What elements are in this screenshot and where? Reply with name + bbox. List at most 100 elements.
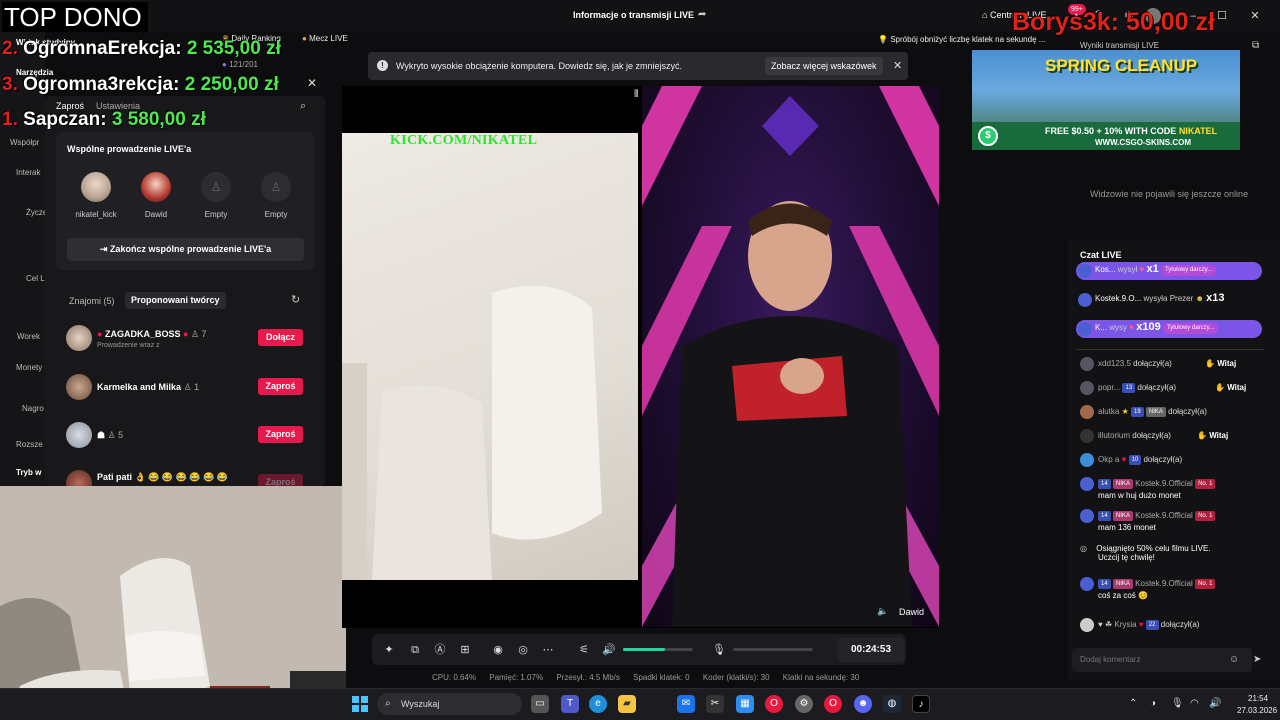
- mode-heading: Tryb w: [16, 468, 42, 477]
- expand-icon[interactable]: ⧉: [1252, 40, 1259, 51]
- viewer-count-value: 121/201: [229, 60, 258, 69]
- tab-suggested[interactable]: Proponowani twórcy: [125, 292, 226, 309]
- avatar: [1080, 477, 1094, 491]
- layout-icon[interactable]: ⦀: [634, 89, 638, 100]
- goal-tool[interactable]: Cel L: [26, 274, 45, 283]
- opera-gx-icon[interactable]: O: [824, 695, 842, 713]
- welcome-button[interactable]: ✋ Witaj: [1197, 431, 1228, 440]
- maximize-button[interactable]: ☐: [1214, 8, 1230, 24]
- cohost-name: Dawid: [144, 210, 168, 219]
- cohost-title: Wspólne prowadzenie LIVE'a: [67, 144, 192, 154]
- welcome-button[interactable]: ✋ Witaj: [1205, 359, 1236, 368]
- close-icon[interactable]: ✕: [307, 76, 317, 90]
- invite-button[interactable]: Zaproś: [258, 378, 303, 395]
- share-icon[interactable]: ➦: [698, 9, 706, 20]
- viewers-empty-text: Widzowie nie pojawili się jeszcze online: [1090, 189, 1249, 199]
- stream-results-link[interactable]: Wyniki transmisji LIVE: [1080, 41, 1159, 50]
- webcam-scene: [0, 486, 346, 720]
- cohost-slot[interactable]: Dawid: [126, 172, 186, 219]
- refresh-icon[interactable]: ↻: [291, 293, 300, 306]
- avatar: [1080, 453, 1094, 467]
- search-icon[interactable]: ⌕: [300, 100, 306, 113]
- avatar: [1080, 381, 1094, 395]
- network-icon[interactable]: ◑: [1150, 698, 1156, 709]
- comment-input[interactable]: [1080, 655, 1230, 664]
- avatar: [1080, 509, 1094, 523]
- gift-message: Kos... wysył ♥ x1 Tytułowy darczy...: [1076, 262, 1262, 280]
- join-button[interactable]: Dołącz: [258, 329, 303, 346]
- more-tips-button[interactable]: Zobacz więcej wskazówek: [765, 57, 883, 75]
- cohost-slot[interactable]: nikatel_kick: [66, 172, 126, 219]
- task-view-icon[interactable]: ▭: [531, 695, 549, 713]
- sound-icon[interactable]: 🔊: [1209, 698, 1221, 709]
- teams-icon[interactable]: T: [561, 695, 579, 713]
- performance-stats: CPU: 0.64% Pamięć: 1.07% Przesył.: 4.5 M…: [432, 673, 870, 682]
- capcut-icon[interactable]: ✂: [706, 695, 724, 713]
- emoji-icon[interactable]: ☺: [1229, 654, 1239, 665]
- opera-icon[interactable]: O: [765, 695, 783, 713]
- cohost-name: nikatel_kick: [75, 210, 117, 219]
- steam-icon[interactable]: ◍: [883, 695, 901, 713]
- clock-time[interactable]: 21:54: [1248, 694, 1268, 703]
- close-button[interactable]: ✕: [1247, 8, 1263, 24]
- mic-slider[interactable]: [733, 648, 813, 651]
- add-source-icon[interactable]: ⊞: [457, 642, 473, 658]
- cohost-slot-empty[interactable]: ♙ Empty: [246, 172, 306, 219]
- edge-icon[interactable]: e: [589, 695, 607, 713]
- invite-button[interactable]: Zaproś: [258, 426, 303, 443]
- windows-start-icon[interactable]: [352, 696, 368, 712]
- close-icon[interactable]: ✕: [893, 59, 902, 72]
- friend-name: ● ZAGADKA_BOSS ● ♙ 7: [97, 329, 207, 339]
- dollar-coin-icon: $: [978, 126, 998, 146]
- ai-icon[interactable]: Ⓐ: [432, 642, 448, 658]
- chevron-up-icon[interactable]: ⌃: [1129, 698, 1137, 709]
- folder-icon[interactable]: ▰: [618, 695, 636, 713]
- avatar: [1080, 357, 1094, 371]
- coins-heading: Monety: [16, 363, 43, 372]
- send-icon[interactable]: ➤: [1253, 654, 1261, 665]
- effects-icon[interactable]: ⧉: [407, 642, 423, 658]
- adjust-icon[interactable]: ⚟: [576, 642, 592, 658]
- tiktok-icon[interactable]: ♪: [912, 695, 930, 713]
- chat-message: ♥ ☘ Krysia ♥ 22 dołączył(a): [1080, 618, 1270, 632]
- star-icon: ★: [1121, 407, 1129, 417]
- end-cohost-label: Zakończ wspólne prowadzenie LIVE'a: [109, 244, 272, 254]
- wifi-icon[interactable]: ◠: [1190, 698, 1199, 709]
- recent-donation: Borys3k: 50,00 zł: [1012, 8, 1215, 36]
- avatar: [66, 374, 92, 400]
- avatar: [1078, 322, 1092, 336]
- lightbulb-icon: 💡: [878, 35, 888, 44]
- discord-icon[interactable]: ☻: [854, 695, 872, 713]
- record-icon[interactable]: ◉: [490, 642, 506, 658]
- camera-icon[interactable]: ◎: [515, 642, 531, 658]
- microphone-icon[interactable]: 🎙: [711, 642, 727, 658]
- worek-tool[interactable]: Worek: [17, 332, 40, 341]
- tab-friends[interactable]: Znajomi (5): [69, 296, 115, 306]
- mic-tray-icon[interactable]: 🎙: [1171, 698, 1184, 709]
- host-video: [342, 133, 638, 580]
- taskbar-search[interactable]: [377, 693, 522, 715]
- donation-entry: 3. Ogromna3rekcja: 2 250,00 zł: [2, 74, 279, 95]
- volume-icon[interactable]: 🔊: [601, 642, 617, 658]
- store-icon[interactable]: ▦: [736, 695, 754, 713]
- mail-icon[interactable]: ✉: [677, 695, 695, 713]
- cohosts-label[interactable]: Współpr: [10, 138, 39, 147]
- invite-button[interactable]: Zaproś: [258, 474, 303, 486]
- chat-message: 14 NIKA Kostek.9.Official No. 1 mam 136 m…: [1080, 509, 1270, 532]
- more-icon[interactable]: ⋯: [540, 642, 556, 658]
- clock-date[interactable]: 27.03.2026: [1237, 706, 1277, 715]
- avatar: [1078, 293, 1092, 307]
- cohost-slot-empty[interactable]: ♙ Empty: [186, 172, 246, 219]
- end-cohost-button[interactable]: ⇥ Zakończ wspólne prowadzenie LIVE'a: [67, 238, 304, 261]
- goal-message: ◎ Osiągnięto 50% celu filmu LIVE. Uczcij …: [1080, 544, 1211, 562]
- match-live-chip[interactable]: ● Mecz LIVE: [302, 34, 348, 48]
- home-icon: ⌂: [982, 10, 988, 20]
- chat-divider: [1076, 349, 1264, 350]
- speaker-icon[interactable]: 🔈: [877, 606, 888, 617]
- list-item: Karmelka and Milka ♙ 1 Zaproś: [66, 374, 316, 404]
- avatar: [141, 172, 171, 202]
- magic-wand-icon[interactable]: ✦: [381, 642, 397, 658]
- welcome-button[interactable]: ✋ Witaj: [1215, 383, 1246, 392]
- avatar: [66, 470, 92, 486]
- settings-app-icon[interactable]: ⚙: [795, 695, 813, 713]
